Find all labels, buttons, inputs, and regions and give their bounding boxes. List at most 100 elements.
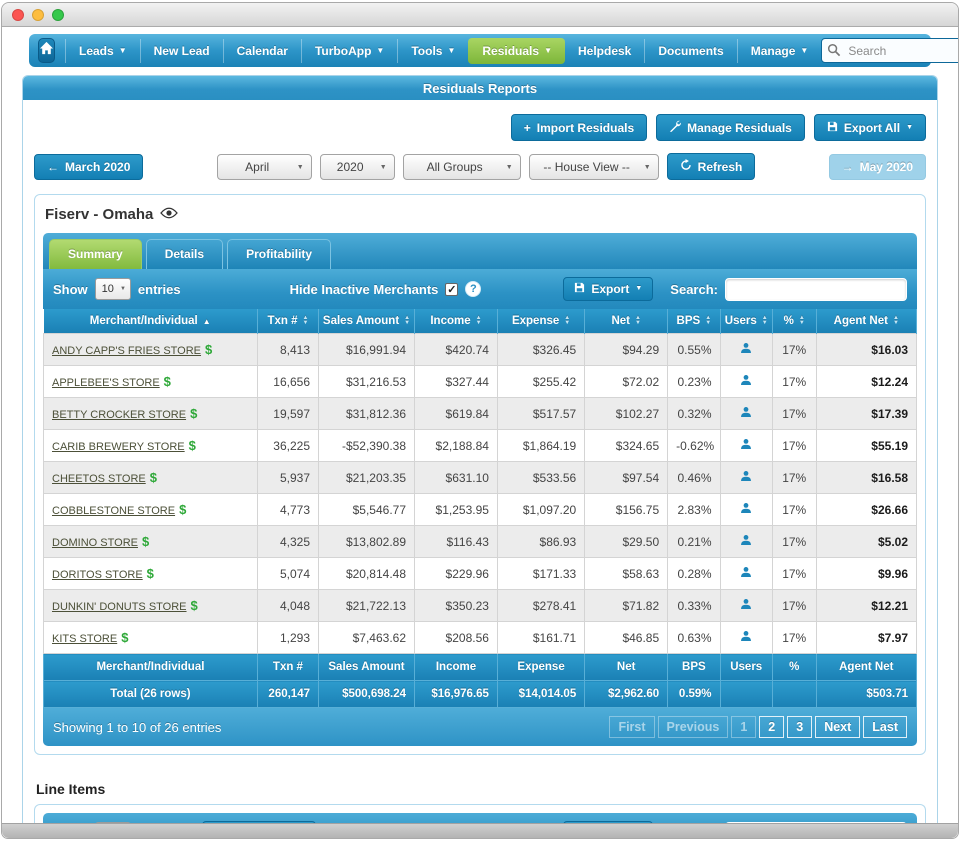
user-icon[interactable] [740,631,752,645]
view-select[interactable]: -- House View -- ▼ [529,154,659,180]
col-header-pct[interactable]: %▲▼ [772,309,816,334]
nav-item-new-lead[interactable]: New Lead [140,39,223,63]
manage-residuals-button[interactable]: Manage Residuals [656,114,805,141]
user-icon[interactable] [740,343,752,357]
col-header-income[interactable]: Income▲▼ [415,309,498,334]
showing-entries-text: Showing 1 to 10 of 26 entries [53,720,221,735]
app-window: Leads ▼ New Lead Calendar TurboApp ▼ Too… [1,2,959,839]
col-header-bps[interactable]: BPS▲▼ [668,309,720,334]
dollar-icon[interactable]: $ [142,534,149,549]
merchant-link[interactable]: DORITOS STORE [52,569,143,581]
dollar-icon[interactable]: $ [147,566,154,581]
table-row: BETTY CROCKER STORE$ 19,597$31,812.36 $6… [44,398,917,430]
pagination-last[interactable]: Last [863,716,907,738]
table-row: ANDY CAPP'S FRIES STORE$ 8,413$16,991.94… [44,334,917,366]
nav-item-residuals[interactable]: Residuals ▼ [468,38,565,64]
merchant-link[interactable]: DOMINO STORE [52,537,138,549]
col-header-expense[interactable]: Expense▲▼ [497,309,584,334]
zoom-window-button[interactable] [52,9,64,21]
sort-icon: ▲▼ [799,316,805,326]
nav-item-manage[interactable]: Manage ▼ [737,39,822,63]
table-search-input[interactable] [725,278,907,301]
year-select[interactable]: 2020 ▼ [320,154,395,180]
col-header-net[interactable]: Net▲▼ [585,309,668,334]
col-header-agent-net[interactable]: Agent Net▲▼ [816,309,916,334]
nav-item-helpdesk[interactable]: Helpdesk [565,39,644,63]
merchant-link[interactable]: CARIB BREWERY STORE [52,441,185,453]
merchant-link[interactable]: DUNKIN' DONUTS STORE [52,601,187,613]
col-header-users[interactable]: Users▲▼ [720,309,772,334]
nav-item-documents[interactable]: Documents [644,39,736,63]
nav-item-tools[interactable]: Tools ▼ [397,39,468,63]
minimize-window-button[interactable] [32,9,44,21]
actions-row: + Import Residuals Manage Residuals Expo… [34,114,926,141]
help-icon[interactable]: ? [465,281,481,297]
search-label: Search: [670,282,718,297]
close-window-button[interactable] [12,9,24,21]
pagination-next[interactable]: Next [815,716,860,738]
dollar-icon[interactable]: $ [164,374,171,389]
user-icon[interactable] [740,471,752,485]
user-icon[interactable] [740,535,752,549]
select-value: All Groups [427,160,483,174]
nav-item-leads[interactable]: Leads ▼ [65,39,140,63]
arrow-right-icon: → [842,160,854,174]
pagination-first[interactable]: First [609,716,654,738]
user-icon[interactable] [740,375,752,389]
col-header-txn[interactable]: Txn #▲▼ [257,309,318,334]
dollar-icon[interactable]: $ [150,470,157,485]
pagination-page-3[interactable]: 3 [787,716,812,738]
home-button[interactable] [38,38,55,63]
merchant-link[interactable]: KITS STORE [52,633,117,645]
tab-profitability[interactable]: Profitability [227,239,331,269]
refresh-button[interactable]: Refresh [667,153,756,180]
dollar-icon[interactable]: $ [189,438,196,453]
dollar-icon[interactable]: $ [191,598,198,613]
page-size-select[interactable]: 10 ▼ [95,278,131,300]
user-icon[interactable] [740,407,752,421]
tab-details[interactable]: Details [146,239,223,269]
user-icon[interactable] [740,503,752,517]
chevron-down-icon: ▼ [800,47,808,55]
dollar-icon[interactable]: $ [179,502,186,517]
export-button[interactable]: Export ▼ [563,277,653,301]
eye-icon[interactable] [160,206,178,223]
pagination-previous[interactable]: Previous [658,716,729,738]
import-residuals-button[interactable]: + Import Residuals [511,114,647,141]
merchant-link[interactable]: CHEETOS STORE [52,473,146,485]
sort-icon: ▲▼ [476,316,482,326]
chevron-down-icon: ▼ [447,47,455,55]
group-select[interactable]: All Groups ▼ [403,154,521,180]
button-label: Refresh [698,160,743,174]
user-icon[interactable] [740,439,752,453]
table-row: DUNKIN' DONUTS STORE$ 4,048$21,722.13 $3… [44,590,917,622]
wrench-icon [669,120,681,135]
col-header-merchant[interactable]: Merchant/Individual▲ [44,309,258,334]
col-header-sales[interactable]: Sales Amount▲▼ [319,309,415,334]
table-row: DOMINO STORE$ 4,325$13,802.89 $116.43$86… [44,526,917,558]
export-all-button[interactable]: Export All ▼ [814,114,926,141]
search-input[interactable] [821,38,959,63]
dollar-icon[interactable]: $ [190,406,197,421]
nav-item-turboapp[interactable]: TurboApp ▼ [301,39,397,63]
merchant-link[interactable]: BETTY CROCKER STORE [52,409,186,421]
hide-inactive-checkbox[interactable]: ✓ [445,283,458,296]
chevron-down-icon: ▼ [380,164,387,171]
month-select[interactable]: April ▼ [217,154,312,180]
table-footer-bar: Showing 1 to 10 of 26 entries First Prev… [43,708,917,746]
tab-summary[interactable]: Summary [49,239,142,269]
pagination-page-2[interactable]: 2 [759,716,784,738]
dollar-icon[interactable]: $ [205,342,212,357]
next-month-button[interactable]: → May 2020 [829,154,926,180]
merchant-link[interactable]: ANDY CAPP'S FRIES STORE [52,345,201,357]
pagination-page-1[interactable]: 1 [731,716,756,738]
nav-item-calendar[interactable]: Calendar [223,39,301,63]
user-icon[interactable] [740,599,752,613]
prev-month-button[interactable]: ← March 2020 [34,154,143,180]
table-footer-header-row: Merchant/IndividualTxn # Sales AmountInc… [44,654,917,681]
sort-icon: ▲▼ [705,316,711,326]
user-icon[interactable] [740,567,752,581]
dollar-icon[interactable]: $ [121,630,128,645]
merchant-link[interactable]: COBBLESTONE STORE [52,505,175,517]
merchant-link[interactable]: APPLEBEE'S STORE [52,377,160,389]
